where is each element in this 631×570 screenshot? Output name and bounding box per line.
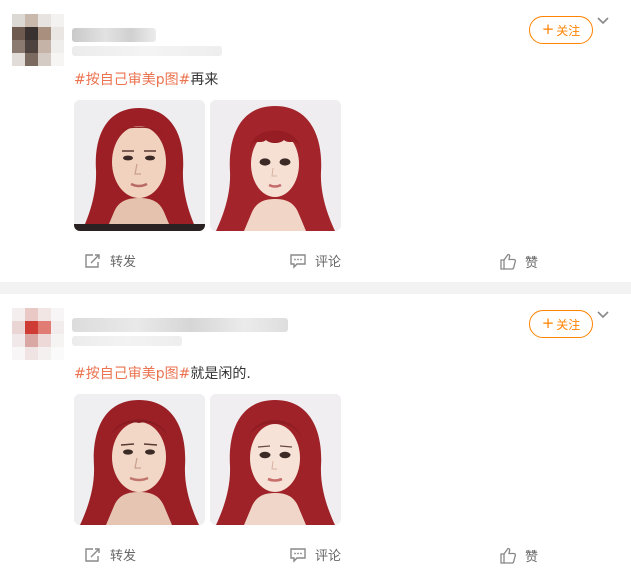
feed-post: + 关注 #按自己审美p图#再来 转发 评论 赞 <box>0 0 631 282</box>
comment-icon <box>290 253 306 269</box>
repost-icon <box>85 547 100 562</box>
comment-label: 评论 <box>315 549 342 564</box>
hashtag-link[interactable]: #按自己审美p图# <box>74 366 190 382</box>
post-body: 就是闲的. <box>190 366 251 382</box>
repost-label: 转发 <box>110 255 137 270</box>
chevron-down-icon[interactable] <box>596 310 610 320</box>
username-blurred[interactable] <box>72 318 288 332</box>
post-body: 再来 <box>190 72 219 88</box>
hashtag-link[interactable]: #按自己审美p图# <box>74 72 190 88</box>
post-image[interactable] <box>210 100 341 231</box>
follow-label: 关注 <box>556 23 581 38</box>
portrait-photo-edited <box>210 394 341 525</box>
follow-button[interactable]: + 关注 <box>529 310 593 338</box>
portrait-photo-edited <box>210 100 341 231</box>
post-image[interactable] <box>210 394 341 525</box>
post-image[interactable] <box>74 394 205 525</box>
repost-button[interactable]: 转发 <box>84 251 136 270</box>
repost-label: 转发 <box>110 549 137 564</box>
comment-label: 评论 <box>315 255 342 270</box>
portrait-photo-original <box>74 394 205 525</box>
feed-post: + 关注 #按自己审美p图#就是闲的. 转发 评论 赞 <box>0 294 631 570</box>
avatar[interactable] <box>12 308 64 360</box>
plus-icon: + <box>541 314 555 332</box>
thumbs-up-icon <box>500 547 517 564</box>
post-separator <box>0 282 631 294</box>
repost-button[interactable]: 转发 <box>84 545 136 564</box>
repost-icon <box>85 253 100 268</box>
post-meta-blurred <box>72 336 182 346</box>
avatar[interactable] <box>12 14 64 66</box>
post-text: #按自己审美p图#再来 <box>74 69 218 89</box>
comment-button[interactable]: 评论 <box>289 251 341 270</box>
post-meta-blurred <box>72 46 222 56</box>
post-text: #按自己审美p图#就是闲的. <box>74 363 251 383</box>
like-label: 赞 <box>525 256 539 271</box>
plus-icon: + <box>541 20 555 38</box>
like-button[interactable]: 赞 <box>499 546 538 565</box>
like-button[interactable]: 赞 <box>499 252 538 271</box>
portrait-photo-original <box>74 100 205 231</box>
username-blurred[interactable] <box>72 28 156 42</box>
chevron-down-icon[interactable] <box>596 16 610 26</box>
post-image[interactable] <box>74 100 205 231</box>
comment-icon <box>290 547 306 563</box>
follow-label: 关注 <box>556 317 581 332</box>
comment-button[interactable]: 评论 <box>289 545 341 564</box>
like-label: 赞 <box>525 550 539 565</box>
follow-button[interactable]: + 关注 <box>529 16 593 44</box>
thumbs-up-icon <box>500 253 517 270</box>
